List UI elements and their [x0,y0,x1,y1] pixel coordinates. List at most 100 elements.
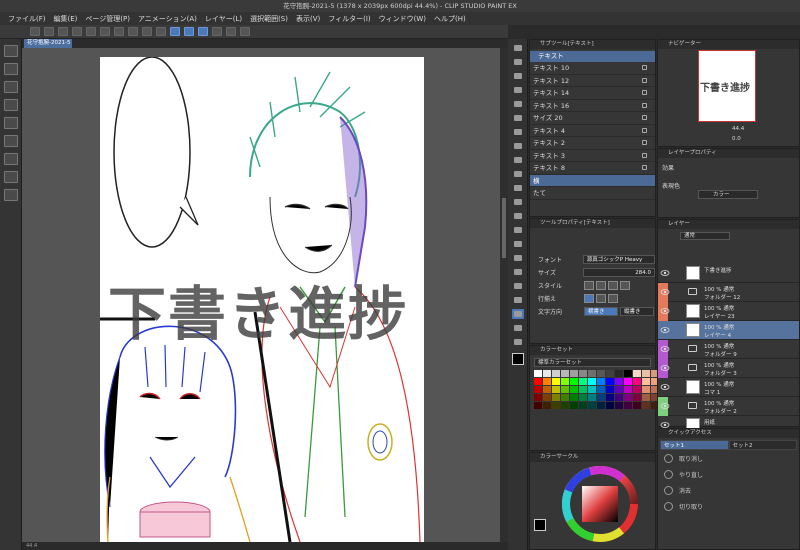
subtool-item[interactable]: テキスト 8 [530,162,655,175]
layer-row[interactable]: 100 % 通常 レイヤー 4 [658,321,799,340]
menu-filter[interactable]: フィルター(I) [328,14,370,24]
drawing-paper[interactable]: 下書き進捗 [100,57,424,542]
visibility-eye-icon[interactable] [660,306,670,316]
blend-tool-icon[interactable] [512,225,524,235]
tab-set1[interactable]: セット1 [660,440,729,450]
pencil-tool-icon[interactable] [512,155,524,165]
transform-icon[interactable] [114,27,124,36]
layer-row[interactable]: 100 % 通常 コマ 1 [658,378,799,397]
main-color-indicator[interactable] [534,519,546,531]
visibility-eye-icon[interactable] [660,382,670,392]
main-color-swatch[interactable] [511,353,524,365]
balloon-tool-icon[interactable] [512,323,524,333]
visibility-eye-icon[interactable] [660,268,670,278]
zoom-tool-icon[interactable] [512,43,524,53]
new-file-icon[interactable] [30,27,40,36]
redo-quick-button[interactable]: やり直し [658,466,799,482]
visibility-eye-icon[interactable] [660,325,670,335]
selection-tool-icon[interactable] [512,99,524,109]
material-icon[interactable] [4,99,18,111]
material-icon[interactable] [4,153,18,165]
subtool-item[interactable]: テキスト 2 [530,137,655,150]
visibility-eye-icon[interactable] [660,363,670,373]
auto-select-tool-icon[interactable] [512,113,524,123]
align-right-button[interactable] [608,294,618,303]
color-mode-icon[interactable] [240,27,250,36]
save-icon[interactable] [58,27,68,36]
open-file-icon[interactable] [44,27,54,36]
decoration-tool-icon[interactable] [512,197,524,207]
layer-row[interactable]: 100 % 通常 フォルダー 2 [658,397,799,416]
clear-quick-button[interactable]: 消去 [658,482,799,498]
color-wheel[interactable] [560,464,640,544]
menu-layer[interactable]: レイヤー(L) [205,14,242,24]
tab-set2[interactable]: セット2 [728,440,797,450]
navigator-angle[interactable]: 0.0 [732,136,741,142]
invert-selection-icon[interactable] [142,27,152,36]
align-left-button[interactable] [584,294,594,303]
subtool-item[interactable]: テキスト 10 [530,62,655,75]
subtool-item[interactable]: サイズ 20 [530,112,655,125]
material-icon[interactable] [4,63,18,75]
snap-ruler-icon[interactable] [170,27,180,36]
material-icon[interactable] [4,81,18,93]
scrollbar-thumb[interactable] [502,198,506,258]
material-icon[interactable] [4,135,18,147]
subtool-item[interactable]: テキスト 16 [530,100,655,112]
menu-view[interactable]: 表示(V) [296,14,320,24]
strikethrough-button[interactable] [620,281,630,290]
airbrush-tool-icon[interactable] [512,183,524,193]
operation-tool-icon[interactable] [512,71,524,81]
menu-selection[interactable]: 選択範囲(S) [250,14,288,24]
gradient-tool-icon[interactable] [512,253,524,263]
layer-row[interactable]: 100 % 通常 フォルダー 12 [658,283,799,302]
layer-row[interactable]: 下書き進捗 [658,264,799,283]
blend-mode-select[interactable]: 通常 [680,232,730,240]
material-icon[interactable] [4,117,18,129]
ruler-tool-icon[interactable] [512,295,524,305]
show-selection-icon[interactable] [156,27,166,36]
document-tab[interactable]: 花守抱腕-2021-5 [24,39,72,48]
deselect-icon[interactable] [128,27,138,36]
subtool-item[interactable]: たて [530,187,655,200]
horizontal-writing-button[interactable]: 横書き [584,307,618,316]
figure-tool-icon[interactable] [512,267,524,277]
snap-special-ruler-icon[interactable] [184,27,194,36]
clear-icon[interactable] [100,27,110,36]
italic-button[interactable] [596,281,606,290]
size-input[interactable]: 284.0 [582,268,655,277]
subtool-item[interactable]: テキスト 3 [530,150,655,162]
subtool-group-tab[interactable]: テキスト [530,51,655,62]
layer-row[interactable]: 100 % 通常 フォルダー 3 [658,359,799,378]
undo-icon[interactable] [72,27,82,36]
undo-quick-button[interactable]: 取り消し [658,450,799,466]
layer-row[interactable]: 100 % 通常 フォルダー 9 [658,340,799,359]
fill-tool-icon[interactable] [512,239,524,249]
navigator-thumbnail[interactable]: 下書き進捗 [698,50,756,122]
subtool-item[interactable]: テキスト 12 [530,75,655,87]
correct-line-tool-icon[interactable] [512,337,524,347]
visibility-eye-icon[interactable] [660,344,670,354]
align-center-button[interactable] [596,294,606,303]
underline-button[interactable] [608,281,618,290]
expression-color-select[interactable]: カラー [698,190,758,199]
material-icon[interactable] [4,171,18,183]
frame-tool-icon[interactable] [512,281,524,291]
menu-help[interactable]: ヘルプ(H) [434,14,466,24]
cut-quick-button[interactable]: 切り取り [658,498,799,514]
menu-window[interactable]: ウィンドウ(W) [379,14,426,24]
menu-file[interactable]: ファイル(F) [8,14,46,24]
material-icon[interactable] [4,45,18,57]
stabilization-icon[interactable] [212,27,222,36]
pen-tool-icon[interactable] [512,141,524,151]
redo-icon[interactable] [86,27,96,36]
navigator-zoom[interactable]: 44.4 [732,126,744,132]
visibility-eye-icon[interactable] [660,401,670,411]
color-icon[interactable] [226,27,236,36]
eyedropper-tool-icon[interactable] [512,127,524,137]
snap-grid-icon[interactable] [198,27,208,36]
color-set-select[interactable]: 標準カラーセット [534,358,651,367]
subtool-item-selected[interactable]: 横 [530,174,655,187]
eraser-tool-icon[interactable] [512,211,524,221]
bold-button[interactable] [584,281,594,290]
